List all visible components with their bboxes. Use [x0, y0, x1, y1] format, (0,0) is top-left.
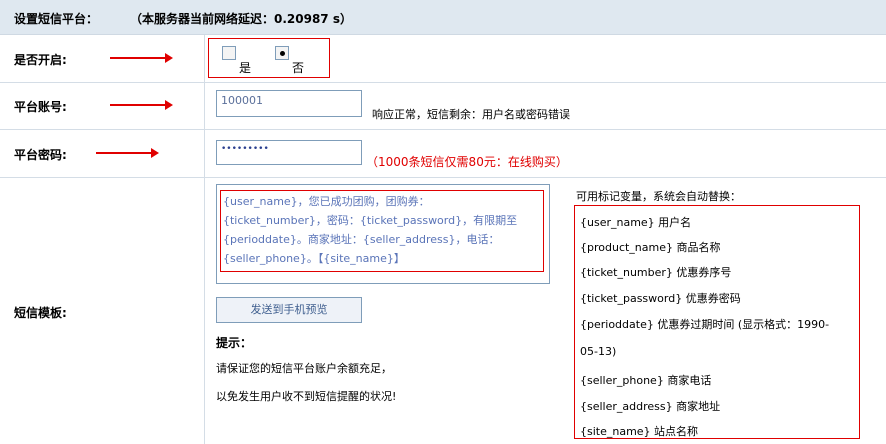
account-label: 平台账号:	[14, 100, 67, 114]
template-content: {user_name}，您已成功团购，团购券： {ticket_number}，…	[223, 192, 517, 268]
enable-yes-radio[interactable]	[222, 46, 236, 60]
variable-item: {seller_phone} 商家电话	[580, 374, 712, 387]
header-title: 设置短信平台：	[14, 12, 99, 26]
row-divider	[0, 177, 886, 178]
tip-line: 请保证您的短信平台账户余额充足，	[216, 362, 392, 375]
variable-item: {ticket_password} 优惠券密码	[580, 292, 741, 305]
enable-no-radio[interactable]	[275, 46, 289, 60]
variables-title: 可用标记变量，系统会自动替换：	[576, 190, 741, 203]
column-divider	[204, 35, 205, 444]
template-line: {seller_phone}。【{site_name}】	[223, 252, 405, 265]
annotation-arrow	[110, 53, 173, 63]
buy-sms-link[interactable]: （1000条短信仅需80元：在线购买）	[366, 153, 568, 170]
tip-line: 以免发生用户收不到短信提醒的状况!	[216, 390, 397, 403]
variable-item: {product_name} 商品名称	[580, 241, 721, 254]
promo-text: 1000条短信仅需80元：在线购买	[378, 155, 556, 169]
template-line: {user_name}，您已成功团购，团购券：	[223, 195, 430, 208]
enable-yes-label: 是	[239, 61, 252, 75]
send-preview-button[interactable]: 发送到手机预览	[216, 297, 362, 323]
network-latency: （本服务器当前网络延迟：0.20987 s）	[130, 12, 352, 26]
enable-no-label: 否	[292, 61, 305, 75]
password-input[interactable]: •••••••••	[216, 140, 362, 165]
enable-label: 是否开启:	[14, 53, 67, 67]
template-line: {perioddate}。商家地址：{seller_address}，电话：	[223, 233, 500, 246]
tip-title: 提示：	[216, 336, 253, 350]
variable-item: {ticket_number} 优惠券序号	[580, 266, 732, 279]
variable-item: {site_name} 站点名称	[580, 425, 699, 438]
radio-selected-dot	[280, 51, 285, 56]
template-label: 短信模板:	[14, 306, 67, 320]
password-label: 平台密码:	[14, 148, 67, 162]
variable-item: {user_name} 用户名	[580, 216, 692, 229]
row-divider	[0, 82, 886, 83]
promo-close: ）	[555, 155, 568, 169]
promo-open: （	[366, 155, 379, 169]
template-line: {ticket_number}，密码：{ticket_password}，有限期…	[223, 214, 518, 227]
variable-item: {perioddate} 优惠券过期时间 (显示格式：1990-	[580, 318, 830, 331]
row-divider	[0, 129, 886, 130]
account-input[interactable]: 100001	[216, 90, 362, 117]
variable-item: 05-13)	[580, 345, 617, 358]
account-status: 响应正常，短信剩余：用户名或密码错误	[372, 108, 570, 121]
variable-item: {seller_address} 商家地址	[580, 400, 721, 413]
annotation-arrow	[110, 100, 173, 110]
annotation-arrow	[96, 148, 159, 158]
